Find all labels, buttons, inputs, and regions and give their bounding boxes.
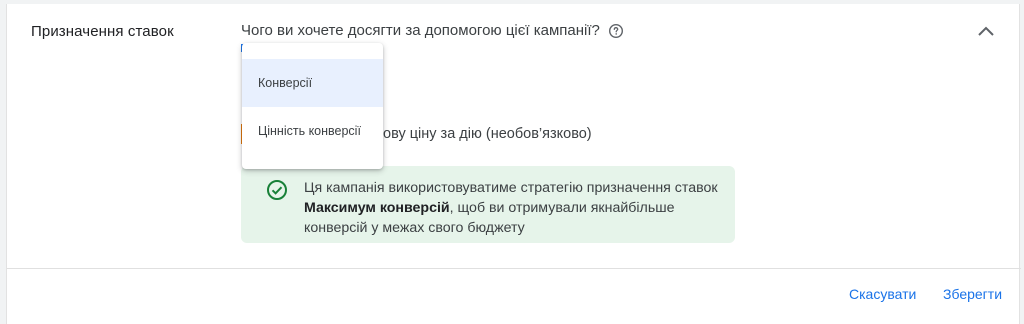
save-button[interactable]: Зберегти: [943, 286, 1002, 302]
help-icon[interactable]: [608, 23, 624, 39]
goal-dropdown-menu: Конверсії Цінність конверсії: [242, 43, 383, 169]
dropdown-option-conversion-value[interactable]: Цінність конверсії: [242, 107, 383, 155]
footer-divider: [7, 268, 1021, 269]
section-title: Призначення ставок: [31, 23, 174, 40]
collapse-section-button[interactable]: [973, 20, 999, 46]
dropdown-option-conversions[interactable]: Конверсії: [242, 59, 383, 107]
bidding-section-card: Призначення ставок Чого ви хочете досягт…: [6, 4, 1021, 324]
chevron-up-icon: [977, 24, 995, 42]
goal-question: Чого ви хочете досягти за допомогою цієї…: [241, 22, 624, 39]
target-cpa-checkbox-label: ову ціну за дію (необов’язково): [383, 126, 592, 142]
check-circle-icon: [266, 179, 288, 201]
strategy-info-text: Ця кампанія використовуватиме стратегію …: [304, 178, 724, 238]
info-text-before: Ця кампанія використовуватиме стратегію …: [304, 180, 718, 196]
cancel-button[interactable]: Скасувати: [849, 286, 916, 302]
strategy-info-box: Ця кампанія використовуватиме стратегію …: [241, 166, 735, 243]
goal-question-text: Чого ви хочете досягти за допомогою цієї…: [241, 22, 600, 39]
strategy-name: Максимум конверсій: [304, 200, 450, 216]
